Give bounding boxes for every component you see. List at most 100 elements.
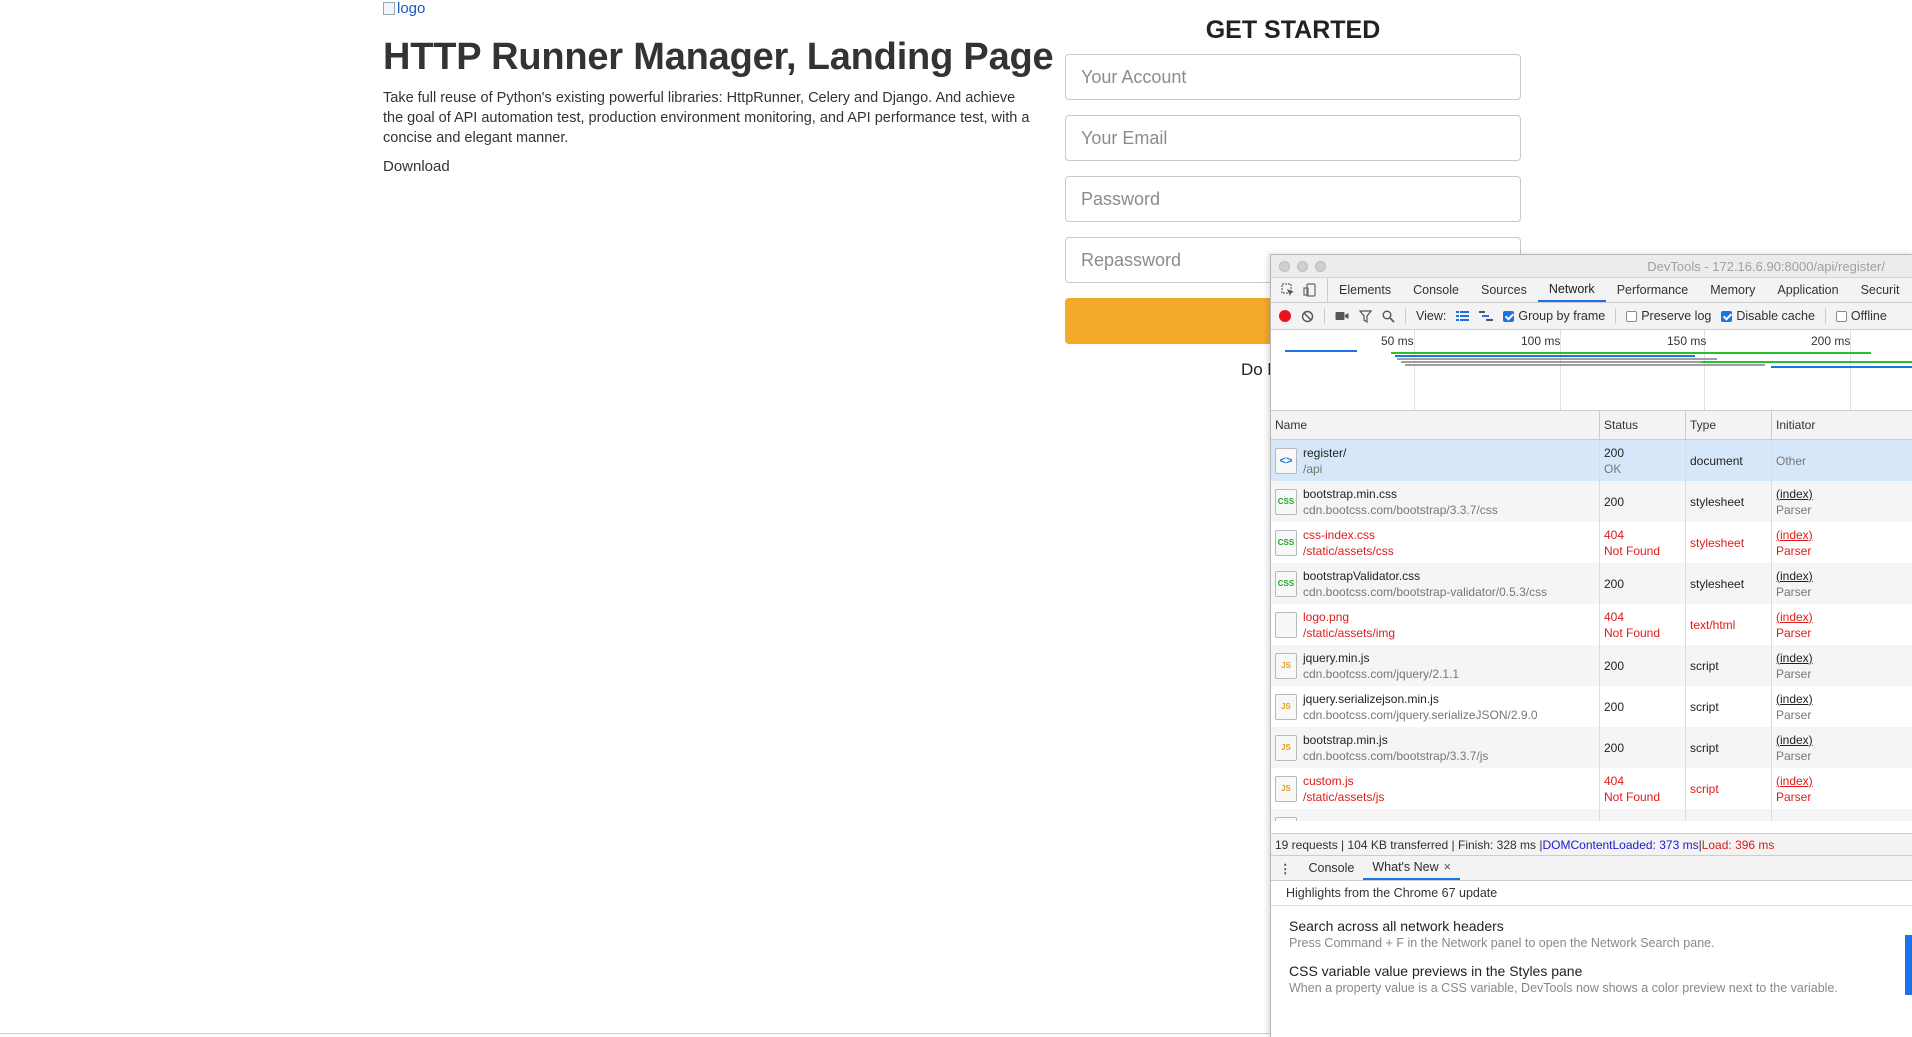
network-overview-timeline[interactable]: 50 ms 100 ms 150 ms 200 ms: [1271, 330, 1912, 411]
tab-application[interactable]: Application: [1766, 278, 1849, 302]
request-type: script: [1690, 781, 1719, 796]
request-initiator-type: Parser: [1776, 748, 1812, 763]
table-row[interactable]: CSS bootstrapValidator.css cdn.bootcss.com…: [1271, 563, 1912, 604]
whats-new-item-desc: When a property value is a CSS variable,…: [1289, 981, 1838, 995]
whats-new-item[interactable]: CSS variable value previews in the Style…: [1289, 963, 1849, 996]
tab-performance[interactable]: Performance: [1606, 278, 1700, 302]
request-initiator[interactable]: (index): [1776, 568, 1912, 584]
tab-sources[interactable]: Sources: [1470, 278, 1538, 302]
drawer-tab-console[interactable]: Console: [1300, 856, 1364, 880]
page-title: HTTP Runner Manager, Landing Page: [383, 36, 1054, 78]
window-close-icon[interactable]: [1279, 261, 1290, 272]
timeline-bar: [1771, 366, 1912, 368]
table-row[interactable]: JS jquery.min.js cdn.bootcss.com/jquery/2.…: [1271, 645, 1912, 686]
request-path: cdn.bootcss.com/jquery/2.1.1: [1303, 666, 1460, 681]
checkbox-unchecked-icon: [1626, 310, 1638, 322]
request-name-cell: CSS bootstrap.min.css cdn.bootcss.com/boot…: [1271, 481, 1600, 522]
request-status-cell: 200: [1600, 645, 1686, 686]
request-initiator[interactable]: (index): [1776, 650, 1912, 666]
request-name-cell: JS jquery.serializejson.min.js cdn.bootcss…: [1271, 686, 1600, 727]
request-type: stylesheet: [1690, 576, 1745, 591]
drawer-scrollbar[interactable]: [1905, 935, 1912, 995]
request-initiator-cell: (index) Parser: [1772, 686, 1912, 727]
request-type: script: [1690, 740, 1719, 755]
timeline-tick: 150 ms: [1667, 334, 1707, 348]
camera-icon[interactable]: [1335, 310, 1349, 322]
request-type: text/html: [1690, 617, 1736, 632]
menu-dots-icon[interactable]: ⋮: [1271, 856, 1300, 880]
search-icon[interactable]: [1382, 310, 1395, 323]
whats-new-item[interactable]: Search across all network headers Press …: [1289, 918, 1849, 951]
logo-alt-text: logo: [397, 0, 426, 17]
request-initiator[interactable]: (index): [1776, 691, 1912, 707]
download-link[interactable]: Download: [383, 158, 450, 175]
request-initiator[interactable]: (index): [1776, 773, 1912, 789]
table-row[interactable]: JS custom.js/static/assets/js 404 Not Found…: [1271, 768, 1912, 809]
network-summary-bar: 19 requests | 104 KB transferred | Finis…: [1271, 833, 1912, 856]
request-initiator-type: Parser: [1776, 543, 1812, 558]
password-input[interactable]: [1065, 176, 1521, 222]
request-status-cell: 404: [1600, 809, 1686, 821]
group-by-frame-checkbox[interactable]: Group by frame: [1503, 309, 1605, 323]
disable-cache-checkbox[interactable]: Disable cache: [1721, 309, 1815, 323]
network-toolbar: View: Group by frame Preserve log Disabl…: [1271, 303, 1912, 330]
checkbox-checked-icon: [1721, 310, 1733, 322]
table-row[interactable]: JS jquery.serializejson.min.js cdn.bootcss…: [1271, 686, 1912, 727]
table-row[interactable]: CSS css-index.css/static/assets/css 404 Not…: [1271, 522, 1912, 563]
preserve-log-checkbox[interactable]: Preserve log: [1626, 309, 1711, 323]
column-status[interactable]: Status: [1600, 411, 1686, 439]
tab-network[interactable]: Network: [1537, 278, 1606, 302]
list-view-icon[interactable]: [1456, 310, 1470, 322]
table-row[interactable]: CSS bootstrap.min.css cdn.bootcss.com/boot…: [1271, 481, 1912, 522]
table-row[interactable]: JSjquery.sticky.js404script(index): [1271, 809, 1912, 821]
request-initiator[interactable]: (index): [1776, 732, 1912, 748]
timeline-tick: 50 ms: [1381, 334, 1414, 348]
tab-memory[interactable]: Memory: [1699, 278, 1766, 302]
offline-checkbox[interactable]: Offline: [1835, 309, 1887, 323]
request-initiator-cell: (index) Parser: [1772, 522, 1912, 563]
request-type-cell: text/html: [1686, 604, 1772, 645]
tab-security[interactable]: Securit: [1850, 278, 1911, 302]
request-initiator[interactable]: (index): [1776, 527, 1912, 543]
request-path: /static/assets/css: [1303, 543, 1394, 558]
request-name: logo.png: [1303, 609, 1350, 624]
email-input[interactable]: [1065, 115, 1521, 161]
record-icon[interactable]: [1279, 310, 1291, 322]
timeline-bar: [1285, 350, 1357, 352]
whats-new-item-title: CSS variable value previews in the Style…: [1289, 963, 1583, 979]
column-initiator[interactable]: Initiator: [1772, 411, 1912, 439]
tab-console[interactable]: Console: [1402, 278, 1470, 302]
request-name-cell: logo.png/static/assets/img: [1271, 604, 1600, 645]
column-name[interactable]: Name: [1271, 411, 1600, 439]
js-file-icon: JS: [1275, 652, 1297, 679]
device-toggle-icon[interactable]: [1303, 283, 1317, 297]
tab-elements[interactable]: Elements: [1328, 278, 1402, 302]
waterfall-view-icon[interactable]: [1479, 310, 1494, 322]
devtools-title: DevTools - 172.16.6.90:8000/api/register…: [1647, 259, 1885, 274]
request-status: 200: [1604, 699, 1625, 714]
request-initiator-type: Parser: [1776, 666, 1812, 681]
account-input[interactable]: [1065, 54, 1521, 100]
filter-icon[interactable]: [1359, 309, 1372, 323]
request-name: custom.js: [1303, 773, 1354, 788]
request-name-cell: JS custom.js/static/assets/js: [1271, 768, 1600, 809]
column-type[interactable]: Type: [1686, 411, 1772, 439]
disable-cache-label: Disable cache: [1736, 309, 1815, 323]
drawer-tab-whats-new[interactable]: What's New ×: [1363, 856, 1460, 880]
window-zoom-icon[interactable]: [1315, 261, 1326, 272]
inspect-icon[interactable]: [1281, 283, 1295, 297]
request-status-cell: 200: [1600, 563, 1686, 604]
page-divider: [0, 1033, 1280, 1034]
table-row[interactable]: <> register//api 200 OK document Other: [1271, 440, 1912, 481]
request-initiator[interactable]: (index): [1776, 486, 1912, 502]
close-icon[interactable]: ×: [1444, 860, 1451, 874]
request-status: 404: [1604, 773, 1625, 788]
table-row[interactable]: JS bootstrap.min.js cdn.bootcss.com/bootst…: [1271, 727, 1912, 768]
window-minimize-icon[interactable]: [1297, 261, 1308, 272]
request-status: 200: [1604, 576, 1625, 591]
table-row[interactable]: logo.png/static/assets/img 404 Not Found te…: [1271, 604, 1912, 645]
request-initiator-cell: (index) Parser: [1772, 645, 1912, 686]
clear-icon[interactable]: [1301, 310, 1314, 323]
request-initiator-type: Parser: [1776, 584, 1812, 599]
request-initiator[interactable]: (index): [1776, 609, 1912, 625]
